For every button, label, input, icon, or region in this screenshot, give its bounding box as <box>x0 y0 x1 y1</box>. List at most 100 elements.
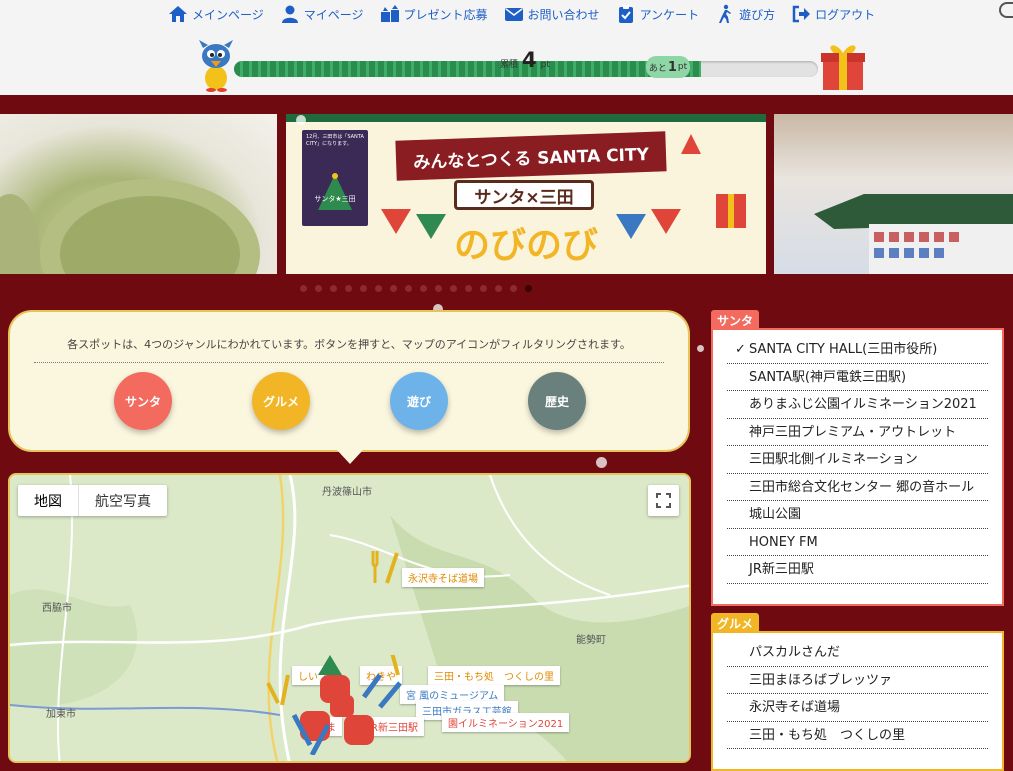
remain-value: 1 <box>667 59 677 75</box>
fullscreen-button[interactable] <box>648 485 679 516</box>
map-spot-label[interactable]: 永沢寺そば道場 <box>402 568 484 587</box>
slider-dot[interactable] <box>420 285 427 292</box>
spot-list-item[interactable]: JR新三田駅 <box>727 556 988 584</box>
snow-dot <box>296 115 306 125</box>
remaining-points-badge: あと 1 pt <box>646 56 690 78</box>
banner-big-text: のびのび <box>453 225 598 266</box>
spot-list-item[interactable]: 神戸三田プレミアム・アウトレット <box>727 419 988 446</box>
slider-dot[interactable] <box>525 285 532 292</box>
spot-list-item[interactable]: 城山公園 <box>727 501 988 529</box>
mascot-icon <box>199 40 233 92</box>
slider-dot[interactable] <box>435 285 442 292</box>
map-pins-cluster-icon[interactable] <box>260 655 410 755</box>
slider-dot[interactable] <box>360 285 367 292</box>
nav-label: プレゼント応募 <box>403 7 488 22</box>
gift-box-icon <box>821 45 865 90</box>
slider-dot[interactable] <box>450 285 457 292</box>
spot-list-item[interactable]: パスカルさんだ <box>727 639 988 667</box>
santa-list-tab: サンタ <box>711 310 760 330</box>
map-place-label: 加東市 <box>46 709 76 720</box>
slide-santa-city-banner[interactable]: 12月、三田市は「SANTA CITY」になります。 サンタ★三田 みんなとつく… <box>286 114 766 274</box>
banner-slider[interactable]: 12月、三田市は「SANTA CITY」になります。 サンタ★三田 みんなとつく… <box>0 114 1013 274</box>
spot-list-item[interactable]: SANTA駅(神戸電鉄三田駅) <box>727 364 988 391</box>
spot-name: 神戸三田プレミアム・アウトレット <box>749 424 957 440</box>
spot-name: HONEY FM <box>749 534 818 550</box>
map-place-label: 丹波篠山市 <box>322 487 372 498</box>
slider-dot[interactable] <box>375 285 382 292</box>
filter-label: グルメ <box>262 394 299 409</box>
spot-list-item[interactable]: ありまふじ公園イルミネーション2021 <box>727 391 988 419</box>
map-type-satellite-button[interactable]: 航空写真 <box>78 485 167 516</box>
bubble-tail <box>337 450 363 464</box>
nav-label: マイページ <box>303 7 364 22</box>
slider-dot[interactable] <box>480 285 487 292</box>
nav-main-page[interactable]: メインページ <box>168 4 264 24</box>
divider <box>34 362 664 363</box>
spot-list-item[interactable]: ✓ SANTA CITY HALL(三田市役所) <box>727 336 988 364</box>
clipboard-check-icon <box>618 5 633 23</box>
spot-map[interactable]: 地図 航空写真 丹波篠山市 西脇市 加東市 能勢町 永沢寺そば道場 三田・もち処… <box>8 473 691 763</box>
spot-name: 三田・もち処 つくしの里 <box>749 727 906 743</box>
walking-icon <box>719 4 732 23</box>
slider-dots[interactable] <box>300 285 532 292</box>
filter-history-button[interactable]: 歴史 <box>528 372 586 430</box>
nav-label: メインページ <box>192 7 264 22</box>
filter-santa-button[interactable]: サンタ <box>114 372 172 430</box>
map-place-label: 西脇市 <box>42 603 72 614</box>
slide-gallery-image <box>774 114 1013 274</box>
envelope-icon <box>504 8 523 21</box>
slider-dot[interactable] <box>465 285 472 292</box>
spot-list-item[interactable]: 三田・もち処 つくしの里 <box>727 722 988 749</box>
gallery-illustration <box>814 194 1013 274</box>
remain-prefix: あと <box>648 63 667 74</box>
gourmet-pin-icon[interactable] <box>365 547 405 587</box>
nav-my-page[interactable]: マイページ <box>280 4 364 24</box>
nav-present[interactable]: プレゼント応募 <box>380 4 488 24</box>
slider-dot[interactable] <box>315 285 322 292</box>
slider-dot[interactable] <box>300 285 307 292</box>
gourmet-list-tab: グルメ <box>711 613 760 633</box>
gourmet-list-title: グルメ <box>717 616 754 631</box>
genre-instructions: 各スポットは、4つのジャンルにわかれています。ボタンを押すと、マップのアイコンが… <box>67 338 631 351</box>
spot-name: 城山公園 <box>749 507 802 522</box>
filter-play-button[interactable]: 遊び <box>390 372 448 430</box>
spot-name: 永沢寺そば道場 <box>749 700 841 715</box>
gifts-icon <box>380 5 399 22</box>
nav-contact[interactable]: お問い合わせ <box>504 4 600 24</box>
fullscreen-icon <box>656 493 671 508</box>
nav-label: アンケート <box>639 7 700 22</box>
sign-out-icon <box>792 5 811 23</box>
slider-dot[interactable] <box>495 285 502 292</box>
santa-spot-list: ✓ SANTA CITY HALL(三田市役所) SANTA駅(神戸電鉄三田駅) あり… <box>711 328 1004 606</box>
main-nav: メインページ マイページ プレゼント応募 お問い合わせ アンケート 遊び方 ログ… <box>168 4 875 24</box>
partial-icon <box>999 2 1013 18</box>
slide-pottery-image <box>0 114 277 274</box>
check-icon: ✓ <box>735 342 746 357</box>
nav-survey[interactable]: アンケート <box>616 4 700 24</box>
filter-gourmet-button[interactable]: グルメ <box>252 372 310 430</box>
gourmet-spot-list: パスカルさんだ 三田まほろばブレッツァ永沢寺そば道場三田・もち処 つくしの里 <box>711 631 1004 771</box>
spot-list-item[interactable]: 三田市総合文化センター 郷の音ホール <box>727 474 988 501</box>
slider-dot[interactable] <box>405 285 412 292</box>
map-spot-label[interactable]: 園イルミネーション2021 <box>442 713 570 732</box>
spot-list-item[interactable]: 三田駅北側イルミネーション <box>727 446 988 474</box>
map-type-map-button[interactable]: 地図 <box>18 485 78 516</box>
points-progress-fill <box>234 61 702 77</box>
spot-list-item[interactable]: 三田まほろばブレッツァ <box>727 667 988 694</box>
nav-label: お問い合わせ <box>527 7 600 22</box>
spot-name: SANTA駅(神戸電鉄三田駅) <box>749 369 907 385</box>
nav-logout[interactable]: ログアウト <box>791 4 875 24</box>
spot-list-item[interactable]: HONEY FM <box>727 529 988 556</box>
remain-unit: pt <box>677 62 688 72</box>
spot-list-item[interactable]: 永沢寺そば道場 <box>727 694 988 722</box>
filter-label: 遊び <box>406 394 431 409</box>
nav-how-to-play[interactable]: 遊び方 <box>715 4 775 24</box>
spot-name: 三田駅北側イルミネーション <box>749 452 918 467</box>
slider-dot[interactable] <box>330 285 337 292</box>
slider-dot[interactable] <box>510 285 517 292</box>
filter-label: 歴史 <box>544 394 569 409</box>
spot-name: JR新三田駅 <box>749 562 814 577</box>
slider-dot[interactable] <box>345 285 352 292</box>
map-spot-label[interactable]: 三田・もち処 つくしの里 <box>428 666 560 685</box>
slider-dot[interactable] <box>390 285 397 292</box>
